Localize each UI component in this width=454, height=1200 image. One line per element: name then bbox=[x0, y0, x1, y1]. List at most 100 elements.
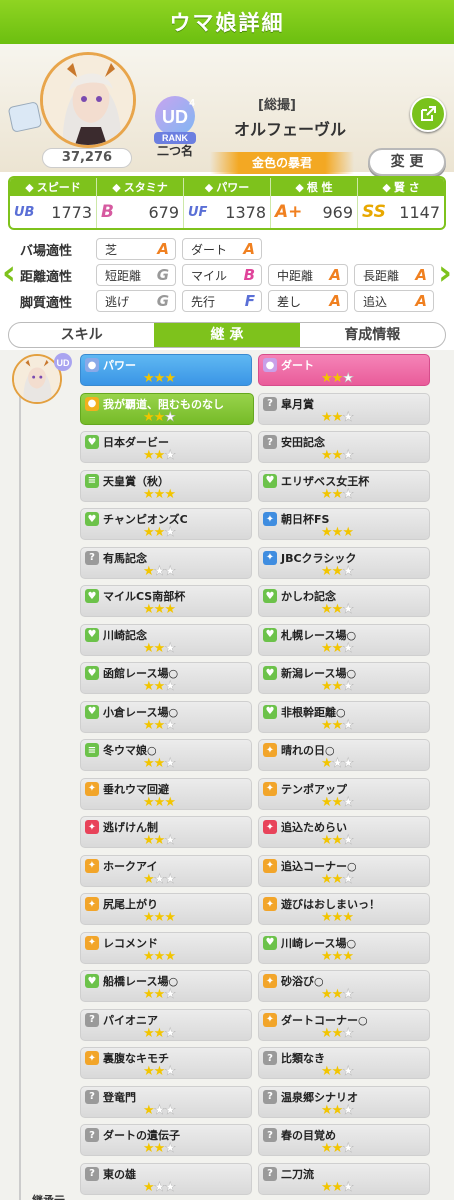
question-icon: ? bbox=[85, 1012, 99, 1027]
tab-bar: スキル 継 承 育成情報 bbox=[8, 322, 446, 348]
inherit-factor[interactable]: ♥ 小倉レース場○ ★★★ bbox=[80, 700, 252, 733]
inherit-factor[interactable]: ? 温泉郷シナリオ ★★★ bbox=[258, 1085, 430, 1118]
factor-stars: ★★★ bbox=[143, 1179, 176, 1195]
question-icon: ? bbox=[85, 550, 99, 565]
factor-stars: ★★★ bbox=[143, 1064, 176, 1079]
factor-name: 登竜門 bbox=[103, 1090, 136, 1104]
factor-name: パワー bbox=[103, 359, 136, 372]
factor-stars: ★★★ bbox=[143, 448, 176, 463]
prev-arrow-icon[interactable]: ‹ bbox=[2, 254, 16, 292]
race-heart-icon: ♥ bbox=[85, 666, 99, 680]
inherit-factor[interactable]: ● 我が覇道、阻むものなし ★★★ bbox=[80, 392, 254, 425]
inherit-factor[interactable]: ? 登竜門 ★★★ bbox=[80, 1085, 252, 1118]
inherit-factor[interactable]: ✦ 晴れの日○ ★★★ bbox=[258, 739, 430, 771]
aptitude-grade: A bbox=[415, 266, 427, 284]
skill-speed-icon: ✦ bbox=[85, 1051, 99, 1065]
stat-label: スピード bbox=[36, 181, 81, 194]
factor-stars: ★★★ bbox=[143, 871, 176, 887]
inherit-factor[interactable]: ✦ 裏腹なキモチ ★★★ bbox=[80, 1047, 252, 1079]
inherit-factor[interactable]: ♥ 船橋レース場○ ★★★ bbox=[80, 970, 252, 1002]
info-circle-icon: ● bbox=[85, 358, 99, 372]
factor-stars: ★★★ bbox=[143, 640, 176, 656]
skill-speed-icon: ✦ bbox=[263, 858, 277, 873]
factor-stars: ★★★ bbox=[321, 409, 354, 425]
inherit-factor[interactable]: ✦ テンポアップ ★★★ bbox=[258, 777, 430, 810]
inherit-factor[interactable]: ♥ チャンピオンズC ★★★ bbox=[80, 508, 252, 540]
inherit-factor[interactable]: ✦ 遊びはおしまいっ！ ★★★ bbox=[258, 893, 430, 925]
inherit-factor[interactable]: ? 皐月賞 ★★★ bbox=[258, 392, 430, 425]
inherit-factor[interactable]: ✦ 朝日杯FS ★★★ bbox=[258, 508, 430, 540]
inherit-factor[interactable]: ≡ 冬ウマ娘○ ★★★ bbox=[80, 739, 252, 771]
inherit-factor[interactable]: ♥ かしわ記念 ★★★ bbox=[258, 585, 430, 617]
change-title-button[interactable]: 変 更 bbox=[368, 148, 446, 176]
aptitude-grade: A bbox=[415, 292, 427, 310]
inherit-factor[interactable]: ? 東の雄 ★★★ bbox=[80, 1162, 252, 1195]
inherit-factor[interactable]: ♥ マイルCS南部杯 ★★★ bbox=[80, 585, 252, 617]
next-arrow-icon[interactable]: › bbox=[438, 254, 452, 292]
inherit-factor[interactable]: ♥ 日本ダービー ★★★ bbox=[80, 431, 252, 463]
race-heart-icon: ♥ bbox=[85, 589, 99, 603]
inherit-factor[interactable]: ? 春の目覚め ★★★ bbox=[258, 1124, 430, 1156]
factor-name: 砂浴び○ bbox=[281, 975, 324, 988]
factor-stars: ★★★ bbox=[321, 640, 354, 656]
aptitude-track-0: 芝A bbox=[96, 238, 176, 260]
question-icon: ? bbox=[263, 1166, 277, 1181]
factor-stars: ★★★ bbox=[143, 371, 176, 386]
inherit-factor[interactable]: ✦ ホークアイ ★★★ bbox=[80, 854, 252, 887]
inherit-factor[interactable]: ≡ 天皇賞（秋） ★★★ bbox=[80, 469, 252, 502]
inherit-factor[interactable]: ✦ 逃げけん制 ★★★ bbox=[80, 816, 252, 848]
inherit-factor[interactable]: ✦ 尻尾上がり ★★★ bbox=[80, 893, 252, 925]
inherit-factor[interactable]: ? 安田記念 ★★★ bbox=[258, 431, 430, 463]
factor-stars: ★★★ bbox=[321, 756, 354, 771]
memo-icon[interactable] bbox=[7, 101, 43, 133]
skill-speed-icon: ✦ bbox=[263, 1012, 277, 1027]
factor-stars: ★★★ bbox=[321, 1102, 354, 1118]
factor-stars: ★★★ bbox=[321, 563, 354, 579]
stat-3: ◆ 根 性 A+ 969 bbox=[271, 178, 358, 228]
skill-speed-icon: ✦ bbox=[85, 858, 99, 873]
aptitude-name: 長距離 bbox=[363, 268, 400, 283]
inherit-factor[interactable]: ♥ エリザベス女王杯 ★★★ bbox=[258, 469, 430, 502]
inherit-factor[interactable]: ♥ 新潟レース場○ ★★★ bbox=[258, 662, 430, 694]
stat-0: ◆ スピード UB 1773 bbox=[10, 178, 97, 228]
tab-training-info[interactable]: 育成情報 bbox=[300, 323, 445, 347]
stat-grade: B bbox=[101, 202, 114, 222]
aptitude-grade: G bbox=[156, 266, 169, 284]
inherit-factor[interactable]: ? 比類なき ★★★ bbox=[258, 1047, 430, 1079]
aptitude-name: 先行 bbox=[191, 294, 216, 309]
inherit-factor[interactable]: ? 有馬記念 ★★★ bbox=[80, 546, 252, 579]
inherit-factor[interactable]: ✦ JBCクラシック ★★★ bbox=[258, 546, 430, 579]
inherit-factor[interactable]: ● パワー ★★★ bbox=[80, 354, 252, 386]
inherit-factor[interactable]: ♥ 函館レース場○ ★★★ bbox=[80, 662, 252, 694]
inherit-factor[interactable]: ♥ 非根幹距離○ ★★★ bbox=[258, 700, 430, 733]
aptitude-name: ダート bbox=[191, 242, 228, 257]
character-portrait[interactable] bbox=[40, 52, 136, 148]
tab-inherit[interactable]: 継 承 bbox=[154, 323, 300, 347]
inherit-factor[interactable]: ✦ ダートコーナー○ ★★★ bbox=[258, 1008, 430, 1041]
aptitude-distance-2: 中距離 A bbox=[268, 264, 348, 286]
factor-stars: ★★★ bbox=[321, 910, 354, 925]
factor-stars: ★★★ bbox=[321, 1025, 354, 1041]
inherit-factor[interactable]: ? パイオニア ★★★ bbox=[80, 1008, 252, 1041]
flame-icon: ◆ bbox=[295, 180, 304, 194]
inherit-factor[interactable]: ♥ 札幌レース場○ ★★★ bbox=[258, 623, 430, 656]
aptitude-grade: F bbox=[244, 292, 255, 310]
factor-stars: ★★★ bbox=[321, 525, 354, 540]
stat-label: パワー bbox=[216, 181, 250, 194]
inherit-factor[interactable]: ♥ 川崎記念 ★★★ bbox=[80, 623, 252, 656]
inherit-factor[interactable]: ✦ 追込コーナー○ ★★★ bbox=[258, 854, 430, 887]
stat-header: ◆ スピード bbox=[10, 178, 96, 196]
inherit-factor[interactable]: ? 二刀流 ★★★ bbox=[258, 1162, 430, 1195]
inherit-factor[interactable]: ♥ 川崎レース場○ ★★★ bbox=[258, 931, 430, 964]
share-button[interactable] bbox=[410, 96, 446, 132]
inherit-factor[interactable]: ✦ 垂れウマ回避 ★★★ bbox=[80, 777, 252, 810]
factor-stars: ★★★ bbox=[143, 486, 176, 502]
inherit-factor[interactable]: ? ダートの遺伝子 ★★★ bbox=[80, 1124, 252, 1156]
aptitude-panel: バ場適性 距離適性 脚質適性 芝 A ダート A 短距離 G マイル B 中距離 A 長距離 A 逃げ G… bbox=[0, 234, 454, 316]
inherit-factor[interactable]: ✦ レコメンド ★★★ bbox=[80, 931, 252, 964]
question-icon: ? bbox=[263, 435, 277, 449]
tab-skill[interactable]: スキル bbox=[9, 323, 154, 347]
inherit-factor[interactable]: ● ダート ★★★ bbox=[258, 354, 430, 386]
inherit-factor[interactable]: ✦ 追込ためらい ★★★ bbox=[258, 816, 430, 848]
inherit-factor[interactable]: ✦ 砂浴び○ ★★★ bbox=[258, 970, 430, 1002]
